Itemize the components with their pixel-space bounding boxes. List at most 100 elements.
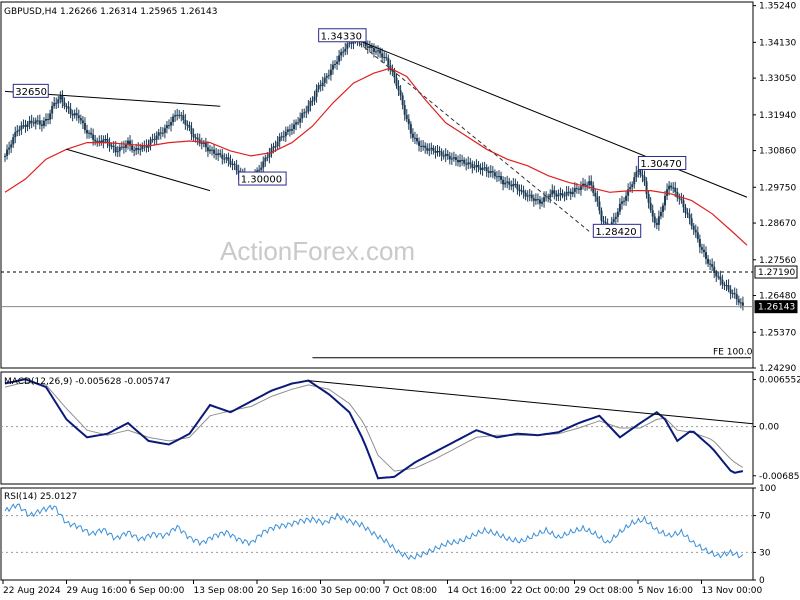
candle-body (485, 167, 488, 172)
candle-body (32, 122, 35, 124)
candle-body (395, 77, 398, 86)
candle-body (459, 160, 462, 163)
candle-body (293, 124, 296, 130)
candle-body (502, 179, 505, 185)
candle-body (124, 144, 127, 148)
candle-body (297, 122, 300, 124)
candle-body (551, 190, 554, 195)
candle-body (541, 201, 544, 204)
candle-body (692, 225, 695, 230)
candle-body (516, 184, 519, 190)
candle-body (368, 46, 371, 48)
candle-body (645, 181, 648, 195)
candle-body (653, 216, 656, 223)
candle-body (596, 196, 599, 202)
candle-body (57, 99, 60, 104)
candle-body (434, 150, 437, 153)
swing-label: 1.28420 (595, 227, 636, 238)
candle-body (522, 190, 525, 193)
candle-body (202, 142, 205, 144)
level-axis-label: 1.27190 (758, 268, 795, 278)
candle-body (40, 124, 43, 126)
candle-body (623, 200, 626, 202)
candle-body (465, 163, 468, 165)
candle-body (641, 174, 644, 177)
candle-body (565, 191, 568, 196)
candle-body (334, 63, 337, 65)
candle-body (59, 96, 62, 100)
x-tick-label: 7 Oct 08:00 (384, 586, 437, 596)
candle-body (424, 145, 427, 148)
candle-body (397, 85, 400, 91)
candle-body (180, 115, 183, 117)
candle-body (446, 154, 449, 156)
candle-body (655, 222, 658, 225)
candle-body (602, 220, 605, 223)
symbol-label: GBPUSD,H4 (4, 7, 60, 17)
candle-body (430, 147, 433, 150)
candle-body (715, 273, 718, 277)
candle-body (405, 114, 408, 120)
candle-body (709, 263, 712, 265)
candle-body (555, 193, 558, 197)
candle-body (165, 125, 168, 129)
candle-body (387, 58, 390, 66)
candle-body (346, 43, 349, 49)
y-tick-label: 1.31940 (759, 111, 796, 121)
candle-body (440, 151, 443, 156)
candle-body (461, 159, 464, 161)
candle-body (475, 164, 478, 167)
candle-body (737, 299, 740, 303)
candle-body (571, 191, 574, 195)
candle-body (96, 140, 99, 142)
level-axis-label: 1.26143 (758, 303, 795, 313)
swing-label: 1.30000 (241, 175, 282, 186)
candle-body (536, 199, 539, 201)
candle-body (268, 153, 271, 158)
candle-body (137, 147, 140, 150)
candle-body (661, 205, 664, 212)
candle-body (497, 176, 500, 178)
x-tick-label: 6 Sep 00:00 (130, 586, 185, 596)
candle-body (711, 264, 714, 267)
candle-body (415, 138, 418, 142)
candle-body (477, 164, 480, 168)
x-tick-label: 14 Oct 16:00 (448, 586, 507, 596)
candle-body (684, 207, 687, 213)
candle-body (735, 294, 738, 300)
candle-body (112, 145, 115, 148)
candle-body (538, 199, 541, 204)
candle-body (227, 157, 230, 161)
candle-body (557, 194, 560, 197)
candle-body (258, 169, 261, 171)
candle-body (520, 190, 523, 192)
candle-body (438, 150, 441, 152)
candle-body (8, 147, 11, 150)
x-tick-label: 22 Oct 00:00 (511, 586, 570, 596)
candle-body (67, 106, 70, 109)
x-tick-label: 13 Nov 00:00 (702, 586, 763, 596)
candle-body (38, 120, 41, 125)
candle-body (12, 137, 15, 145)
candle-body (534, 199, 537, 201)
candle-body (725, 285, 728, 287)
candle-body (575, 188, 578, 190)
candle-body (698, 239, 701, 248)
candle-body (42, 120, 45, 126)
candle-body (176, 114, 179, 116)
candle-body (579, 186, 582, 190)
candle-body (311, 100, 314, 102)
candle-body (174, 115, 177, 117)
x-tick-label: 29 Aug 16:00 (67, 586, 128, 596)
candle-body (612, 218, 615, 223)
candle-body (407, 119, 410, 125)
candle-body (682, 200, 685, 208)
candle-body (413, 137, 416, 139)
candle-body (393, 71, 396, 78)
candle-body (403, 105, 406, 115)
swing-label: 1.34330 (321, 31, 362, 42)
y-tick-label: 0 (759, 576, 765, 586)
candle-body (700, 247, 703, 250)
x-tick-label: 20 Sep 16:00 (257, 586, 317, 596)
candle-body (614, 216, 617, 219)
